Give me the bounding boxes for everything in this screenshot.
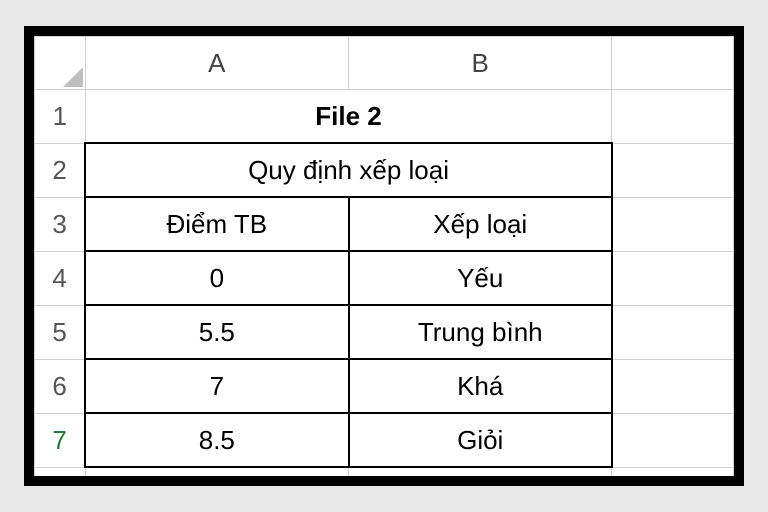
cell-c5[interactable] [612,305,734,359]
cell-a6[interactable]: 7 [85,359,348,413]
cell-c7[interactable] [612,413,734,467]
row-header-1[interactable]: 1 [35,90,86,144]
cell-a4[interactable]: 0 [85,251,348,305]
header-a[interactable]: Điểm TB [85,197,348,251]
row-header-5[interactable]: 5 [35,305,86,359]
row-header-8[interactable] [35,467,86,486]
cell-c1[interactable] [612,90,734,144]
cell-c6[interactable] [612,359,734,413]
select-all-triangle-icon [63,67,83,87]
cell-c4[interactable] [612,251,734,305]
cell-c8[interactable] [612,467,734,486]
row-header-3[interactable]: 3 [35,197,86,251]
spreadsheet-frame: A B 1 File 2 2 Quy định xếp loại 3 Điểm … [24,26,744,486]
column-header-a[interactable]: A [85,37,348,90]
row-header-2[interactable]: 2 [35,143,86,197]
subtitle-cell[interactable]: Quy định xếp loại [85,143,612,197]
cell-b6[interactable]: Khá [349,359,612,413]
cell-b4[interactable]: Yếu [349,251,612,305]
column-header-b[interactable]: B [349,37,612,90]
row-header-4[interactable]: 4 [35,251,86,305]
cell-c2[interactable] [612,143,734,197]
cell-b8[interactable] [349,467,612,486]
cell-a7[interactable]: 8.5 [85,413,348,467]
cell-b5[interactable]: Trung bình [349,305,612,359]
row-header-7[interactable]: 7 [35,413,86,467]
row-header-6[interactable]: 6 [35,359,86,413]
column-header-empty[interactable] [612,37,734,90]
cell-a5[interactable]: 5.5 [85,305,348,359]
select-all-corner[interactable] [35,37,86,90]
title-cell[interactable]: File 2 [85,90,612,144]
spreadsheet-grid[interactable]: A B 1 File 2 2 Quy định xếp loại 3 Điểm … [34,36,734,486]
cell-c3[interactable] [612,197,734,251]
cell-a8[interactable] [85,467,348,486]
cell-b7[interactable]: Giỏi [349,413,612,467]
header-b[interactable]: Xếp loại [349,197,612,251]
